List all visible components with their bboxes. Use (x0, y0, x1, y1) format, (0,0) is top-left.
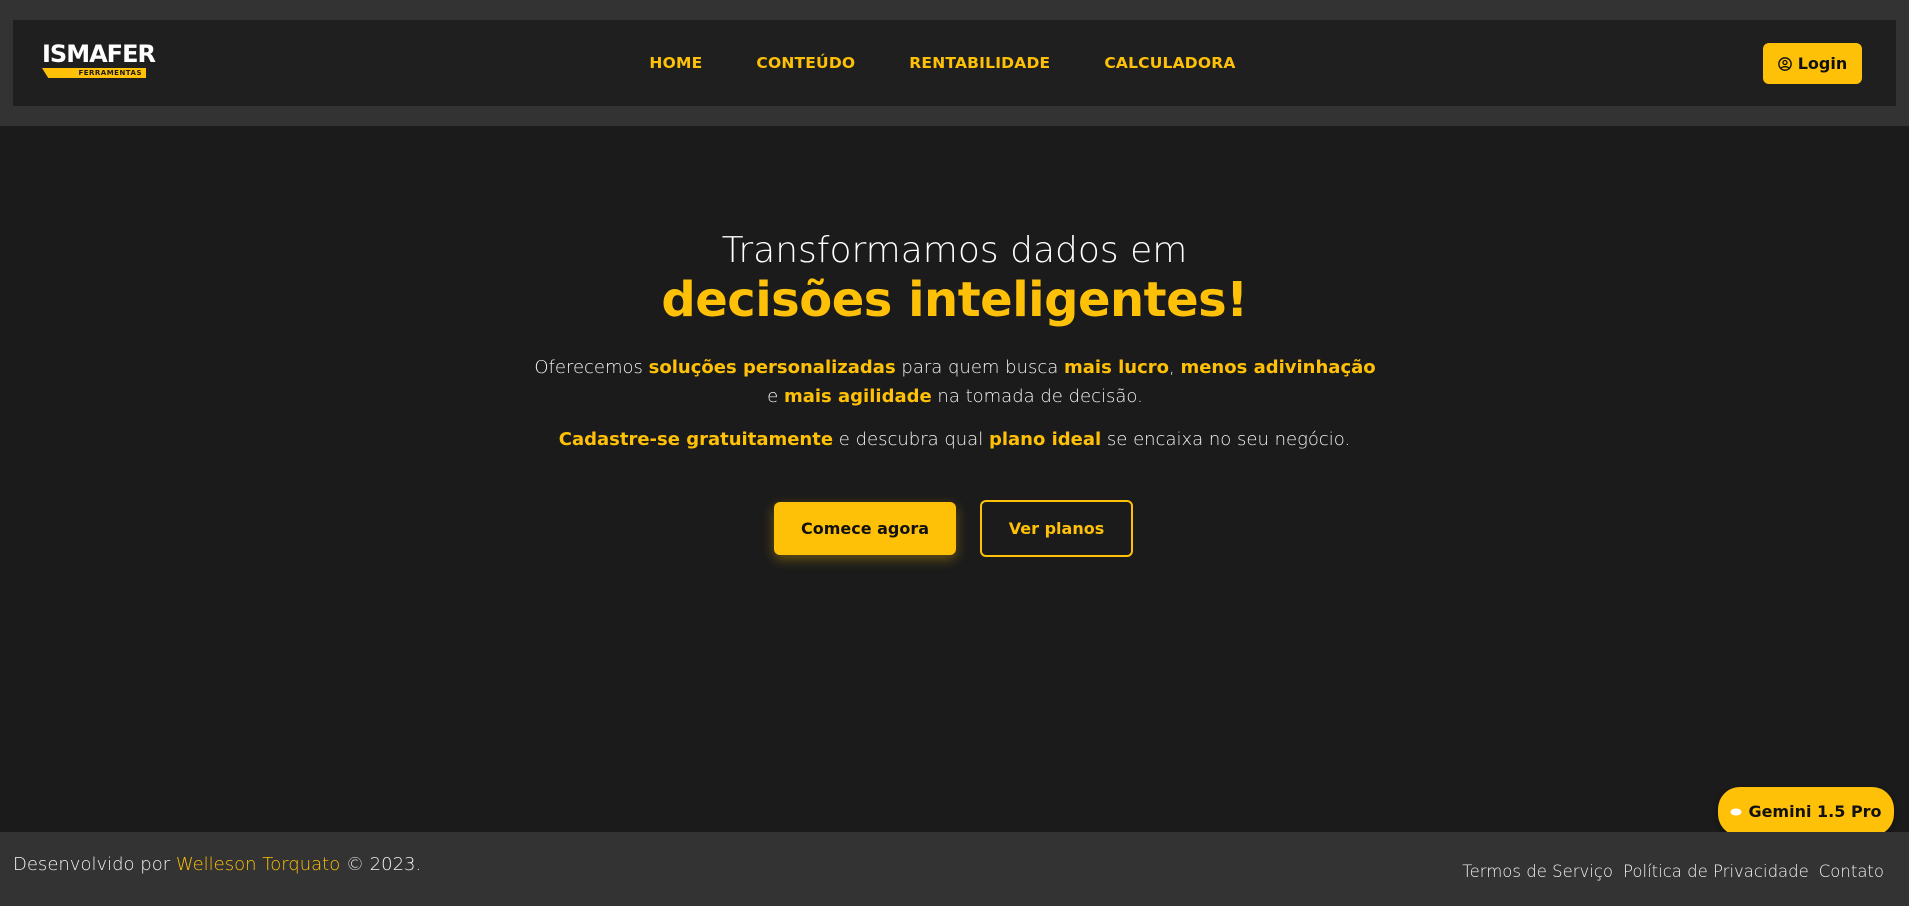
hero-p1-highlight-3: menos adivinhação (1180, 357, 1376, 378)
footer: Desenvolvido por Welleson Torquato © 202… (0, 832, 1909, 906)
hero-signup-text: Cadastre-se gratuitamente e descubra qua… (0, 425, 1909, 454)
nav-links: HOME CONTEÚDO RENTABILIDADE CALCULADORA (13, 20, 1896, 106)
hero-p1-text-2: para quem busca (895, 357, 1065, 378)
footer-prefix: Desenvolvido por (13, 854, 176, 875)
nav-calculadora[interactable]: CALCULADORA (1104, 54, 1235, 72)
footer-link-privacy[interactable]: Política de Privacidade (1623, 862, 1809, 881)
login-button[interactable]: Login (1763, 43, 1862, 84)
footer-suffix: © 2023. (340, 854, 422, 875)
hero-p2-text-1: e descubra qual (833, 429, 989, 450)
hero-p2-highlight-2: plano ideal (988, 429, 1102, 450)
login-label: Login (1797, 54, 1848, 73)
nav-conteudo[interactable]: CONTEÚDO (756, 54, 855, 72)
hero-p1-highlight-4: mais agilidade (783, 386, 932, 407)
hero-p2-highlight-1: Cadastre-se gratuitamente (558, 429, 834, 450)
hero-p1-highlight-2: mais lucro (1064, 357, 1169, 378)
hero-p1-text-1: Oferecemos (534, 357, 649, 378)
cloud-icon (1730, 808, 1742, 815)
footer-credits: Desenvolvido por Welleson Torquato © 202… (13, 854, 421, 875)
view-plans-button[interactable]: Ver planos (980, 500, 1133, 557)
footer-link-terms[interactable]: Termos de Serviço (1462, 862, 1613, 881)
header-band: ISMAFER FERRAMENTAS HOME CONTEÚDO RENTAB… (0, 0, 1909, 126)
hero-p2-text-2: se encaixa no seu negócio. (1101, 429, 1351, 450)
gemini-badge-label: Gemini 1.5 Pro (1748, 802, 1882, 821)
hero-p1-text-3: , (1168, 357, 1181, 378)
hero-heading-line1: Transformamos dados em (721, 230, 1188, 271)
hero-p1-text-4: e (767, 386, 784, 407)
hero-p1-text-5: na tomada de decisão. (931, 386, 1143, 407)
nav-home[interactable]: HOME (649, 54, 702, 72)
hero-description: Oferecemos soluções personalizadas para … (530, 353, 1380, 411)
footer-author-link[interactable]: Welleson Torquato (176, 854, 340, 875)
footer-links: Termos de Serviço Política de Privacidad… (1462, 862, 1884, 881)
nav-rentabilidade[interactable]: RENTABILIDADE (909, 54, 1050, 72)
hero-p1-highlight-1: soluções personalizadas (648, 357, 896, 378)
gemini-badge[interactable]: Gemini 1.5 Pro (1718, 787, 1894, 836)
footer-link-contact[interactable]: Contato (1819, 862, 1884, 881)
start-now-button[interactable]: Comece agora (774, 502, 956, 555)
hero-heading-line2: decisões inteligentes! (661, 272, 1248, 328)
user-circle-icon (1777, 56, 1792, 71)
navbar: ISMAFER FERRAMENTAS HOME CONTEÚDO RENTAB… (13, 20, 1896, 106)
